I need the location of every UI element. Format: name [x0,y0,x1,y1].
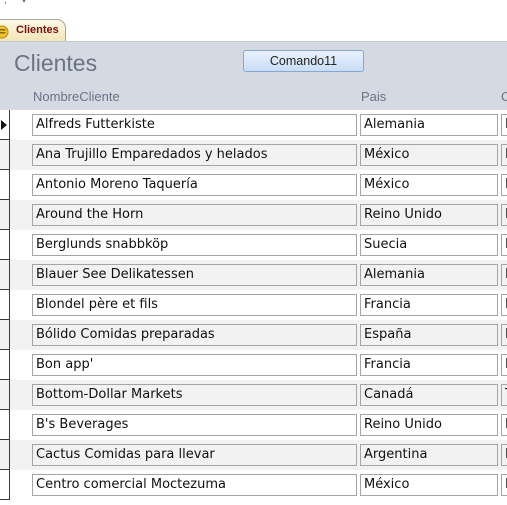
nombrecliente-field[interactable]: Ana Trujillo Emparedados y helados [32,144,357,166]
comando11-button[interactable]: Comando11 [243,50,364,72]
record-selector[interactable] [0,170,10,200]
ciudad-field[interactable]: M [501,324,507,346]
current-record-arrow-icon [1,120,7,130]
form-header: Clientes Comando11 NombreCliente Pais C [0,43,507,110]
nombrecliente-field[interactable]: Bon app' [32,354,357,376]
pais-field[interactable]: Francia [360,354,498,376]
table-row: B's Beverages Reino Unido L [0,410,507,440]
record-selector[interactable] [0,290,10,320]
nombrecliente-field[interactable]: Alfreds Futterkiste [32,114,357,136]
record-selector[interactable] [0,260,10,290]
table-row: Blauer See Delikatessen Alemania H [0,260,507,290]
page-title: Clientes [14,50,98,76]
table-row: Cactus Comidas para llevar Argentina B [0,440,507,470]
record-selector[interactable] [0,230,10,260]
pais-field[interactable]: Francia [360,294,498,316]
record-selector[interactable] [0,380,10,410]
nombrecliente-field[interactable]: Berglunds snabbköp [32,234,357,256]
record-selector[interactable] [0,350,10,380]
pais-field[interactable]: Canadá [360,384,498,406]
column-header-pais: Pais [361,89,387,104]
document-tab-bar: Clientes [0,18,507,42]
pais-field[interactable]: México [360,144,498,166]
ciudad-field[interactable]: E [501,294,507,316]
ciudad-field[interactable]: M [501,174,507,196]
nombrecliente-field[interactable]: Blondel père et fils [32,294,357,316]
nombrecliente-field[interactable]: Antonio Moreno Taquería [32,174,357,196]
nombrecliente-field[interactable]: Cactus Comidas para llevar [32,444,357,466]
column-header-nombrecliente: NombreCliente [33,89,120,104]
record-selector[interactable] [0,470,10,500]
ciudad-field[interactable]: B [501,444,507,466]
pais-field[interactable]: Alemania [360,114,498,136]
nombrecliente-field[interactable]: B's Beverages [32,414,357,436]
record-selector[interactable] [0,200,10,230]
tab-clientes[interactable]: Clientes [0,19,66,41]
nombrecliente-field[interactable]: Blauer See Delikatessen [32,264,357,286]
tab-label: Clientes [16,24,59,36]
pais-field[interactable]: México [360,174,498,196]
nombrecliente-field[interactable]: Bottom-Dollar Markets [32,384,357,406]
ciudad-field[interactable]: M [501,354,507,376]
nombrecliente-field[interactable]: Around the Horn [32,204,357,226]
table-row: Bottom-Dollar Markets Canadá T [0,380,507,410]
pais-field[interactable]: España [360,324,498,346]
table-row: Around the Horn Reino Unido L [0,200,507,230]
ciudad-field[interactable]: B [501,114,507,136]
form-icon [0,25,9,39]
pais-field[interactable]: Argentina [360,444,498,466]
pais-field[interactable]: México [360,474,498,496]
ciudad-field[interactable]: L [501,204,507,226]
record-selector[interactable] [0,140,10,170]
pais-field[interactable]: Reino Unido [360,414,498,436]
table-row: Bólido Comidas preparadas España M [0,320,507,350]
ciudad-field[interactable]: M [501,144,507,166]
column-header-ciudad: C [501,89,507,104]
record-list: Alfreds Futterkiste Alemania B Ana Truji… [0,110,507,505]
record-selector[interactable] [0,320,10,350]
record-selector[interactable] [0,410,10,440]
pais-field[interactable]: Suecia [360,234,498,256]
record-selector[interactable] [0,440,10,470]
ciudad-field[interactable]: H [501,264,507,286]
table-row: Bon app' Francia M [0,350,507,380]
ciudad-field[interactable]: T [501,384,507,406]
table-row: Centro comercial Moctezuma México M [0,470,507,500]
quick-access-strip: , ▾ [0,0,507,18]
record-selector[interactable] [0,110,10,140]
pais-field[interactable]: Reino Unido [360,204,498,226]
quick-access-dropdown-icon[interactable]: , ▾ [4,0,32,6]
ciudad-field[interactable]: M [501,474,507,496]
ciudad-field[interactable]: L [501,414,507,436]
nombrecliente-field[interactable]: Bólido Comidas preparadas [32,324,357,346]
ciudad-field[interactable]: L [501,234,507,256]
table-row: Ana Trujillo Emparedados y helados Méxic… [0,140,507,170]
pais-field[interactable]: Alemania [360,264,498,286]
table-row: Blondel père et fils Francia E [0,290,507,320]
table-row: Berglunds snabbköp Suecia L [0,230,507,260]
table-row: Antonio Moreno Taquería México M [0,170,507,200]
table-row: Alfreds Futterkiste Alemania B [0,110,507,140]
nombrecliente-field[interactable]: Centro comercial Moctezuma [32,474,357,496]
